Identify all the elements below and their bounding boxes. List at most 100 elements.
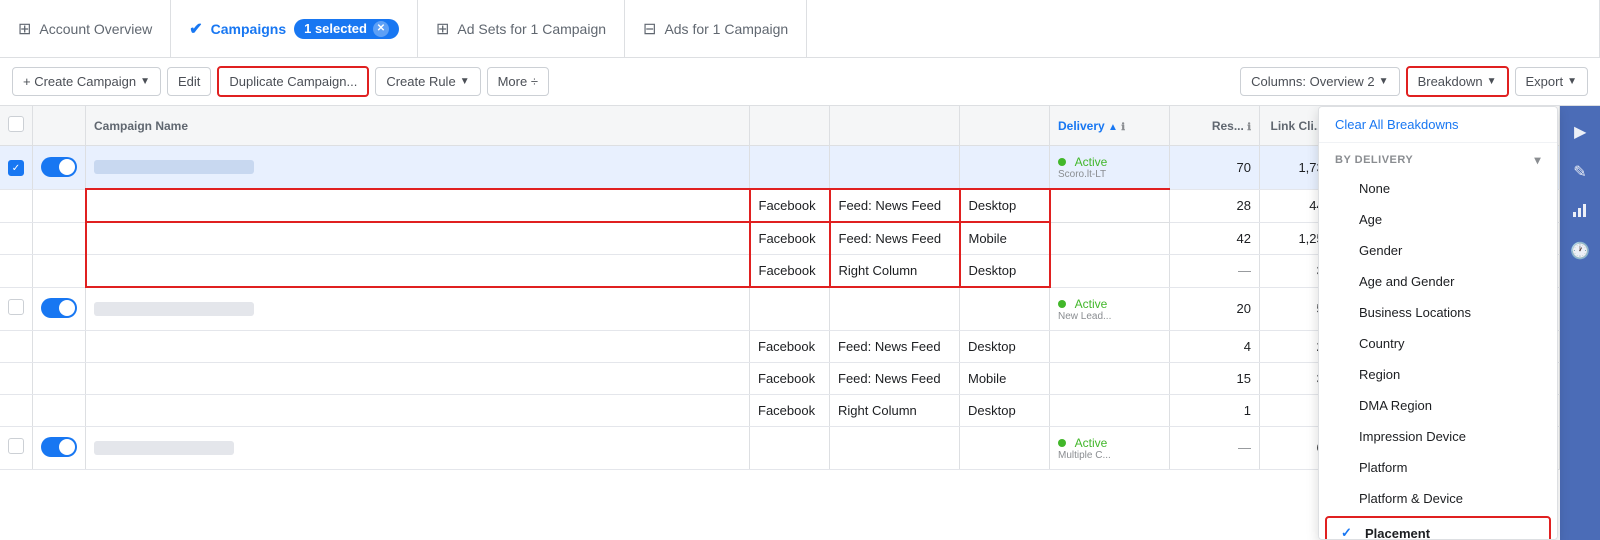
row-checkbox-2[interactable]	[8, 299, 24, 315]
dropdown-item-business[interactable]: Business Locations	[1319, 297, 1557, 328]
toggle-knob	[59, 159, 75, 175]
device-cell	[960, 146, 1050, 190]
campaigns-label: Campaigns	[211, 21, 286, 37]
col-header-check[interactable]	[0, 106, 33, 146]
region-label: Region	[1359, 367, 1400, 382]
row-checkbox-3[interactable]	[8, 438, 24, 454]
dropdown-item-age-gender[interactable]: Age and Gender	[1319, 266, 1557, 297]
create-campaign-caret: ▼	[140, 76, 150, 87]
col-header-device	[960, 106, 1050, 146]
tab-account-overview[interactable]: ⊞ Account Overview	[0, 0, 171, 57]
campaign-name-placeholder	[94, 160, 254, 174]
placement-cell	[830, 146, 960, 190]
col-header-res: Res... ℹ	[1170, 106, 1260, 146]
impression-label: Impression Device	[1359, 429, 1466, 444]
tab-ads[interactable]: ⊟ Ads for 1 Campaign	[625, 0, 807, 57]
sub-toggle	[33, 189, 86, 222]
dropdown-item-region[interactable]: Region	[1319, 359, 1557, 390]
age-label: Age	[1359, 212, 1382, 227]
selected-count: 1 selected	[304, 21, 367, 36]
account-overview-icon: ⊞	[18, 19, 31, 39]
edit-label: Edit	[178, 74, 200, 89]
sidebar-collapse-icon[interactable]: ◀	[1566, 114, 1594, 150]
more-label: More ÷	[498, 74, 538, 89]
toolbar: + Create Campaign ▼ Edit Duplicate Campa…	[0, 58, 1600, 106]
col-header-name: Campaign Name	[86, 106, 750, 146]
res-info-icon[interactable]: ℹ	[1247, 122, 1251, 133]
sidebar-edit-icon[interactable]: ✎	[1565, 154, 1594, 190]
sub-delivery	[1050, 189, 1170, 222]
dropdown-item-platform-device[interactable]: Platform & Device	[1319, 483, 1557, 514]
duplicate-campaign-button[interactable]: Duplicate Campaign...	[217, 66, 369, 97]
age-gender-label: Age and Gender	[1359, 274, 1454, 289]
sub-device: Desktop	[960, 189, 1050, 222]
dma-label: DMA Region	[1359, 398, 1432, 413]
placement-label: Placement	[1365, 526, 1430, 540]
platform-label: Platform	[1359, 460, 1407, 475]
platform-device-label: Platform & Device	[1359, 491, 1463, 506]
dropdown-item-age[interactable]: Age	[1319, 204, 1557, 235]
more-button[interactable]: More ÷	[487, 67, 549, 96]
create-rule-button[interactable]: Create Rule ▼	[375, 67, 480, 96]
right-sidebar: ◀ ✎ 🕐	[1560, 106, 1600, 540]
campaign-name-cell	[86, 146, 750, 190]
breakdown-dropdown: Clear All Breakdowns BY DELIVERY ▾ None …	[1318, 106, 1558, 540]
account-overview-label: Account Overview	[39, 21, 152, 37]
platform-cell	[750, 146, 830, 190]
select-all-checkbox[interactable]	[8, 116, 24, 132]
sort-arrow: ▲	[1108, 122, 1118, 133]
sub-placement: Feed: News Feed	[830, 189, 960, 222]
delivery-info-icon[interactable]: ℹ	[1121, 122, 1125, 133]
campaigns-check-icon: ✔	[189, 19, 202, 39]
columns-button[interactable]: Columns: Overview 2 ▼	[1240, 67, 1399, 96]
dropdown-item-none[interactable]: None	[1319, 173, 1557, 204]
breakdown-button[interactable]: Breakdown ▼	[1406, 66, 1509, 97]
edit-button[interactable]: Edit	[167, 67, 211, 96]
business-label: Business Locations	[1359, 305, 1471, 320]
breakdown-caret: ▼	[1487, 76, 1497, 87]
sub-res: 28	[1170, 189, 1260, 222]
res-cell: 70	[1170, 146, 1260, 190]
sidebar-clock-icon[interactable]: 🕐	[1562, 233, 1598, 269]
country-label: Country	[1359, 336, 1405, 351]
col-header-platform	[750, 106, 830, 146]
row-checkbox[interactable]: ✓	[8, 160, 24, 176]
delivery-status: Active	[1075, 155, 1108, 169]
placement-checkmark-icon: ✓	[1341, 525, 1357, 540]
dropdown-item-impression[interactable]: Impression Device	[1319, 421, 1557, 452]
clear-all-label: Clear All Breakdowns	[1335, 117, 1459, 132]
col-header-placement	[830, 106, 960, 146]
campaign-toggle-2[interactable]	[41, 298, 77, 318]
row-check-cell[interactable]: ✓	[0, 146, 33, 190]
export-button[interactable]: Export ▼	[1515, 67, 1588, 96]
clear-all-breakdowns[interactable]: Clear All Breakdowns	[1319, 107, 1557, 143]
col-header-delivery[interactable]: Delivery ▲ ℹ	[1050, 106, 1170, 146]
ads-icon: ⊟	[643, 19, 656, 39]
row-toggle-cell[interactable]	[33, 146, 86, 190]
col-header-toggle	[33, 106, 86, 146]
selected-badge[interactable]: 1 selected ✕	[294, 19, 399, 39]
clear-selection-button[interactable]: ✕	[373, 21, 389, 37]
campaign-toggle[interactable]	[41, 157, 77, 177]
campaign-toggle-3[interactable]	[41, 437, 77, 457]
tab-ad-sets[interactable]: ⊞ Ad Sets for 1 Campaign	[418, 0, 625, 57]
export-caret: ▼	[1567, 76, 1577, 87]
delivery-dot	[1058, 158, 1066, 166]
sidebar-chart-icon[interactable]	[1564, 194, 1596, 229]
sub-name	[86, 189, 750, 222]
create-campaign-button[interactable]: + Create Campaign ▼	[12, 67, 161, 96]
dropdown-item-dma[interactable]: DMA Region	[1319, 390, 1557, 421]
by-delivery-section: BY DELIVERY ▾	[1319, 143, 1557, 173]
dropdown-item-platform[interactable]: Platform	[1319, 452, 1557, 483]
duplicate-label: Duplicate Campaign...	[229, 74, 357, 89]
dropdown-item-placement[interactable]: ✓ Placement	[1325, 516, 1551, 540]
dropdown-item-gender[interactable]: Gender	[1319, 235, 1557, 266]
ad-sets-label: Ad Sets for 1 Campaign	[457, 21, 606, 37]
export-label: Export	[1526, 74, 1564, 89]
gender-label: Gender	[1359, 243, 1402, 258]
none-label: None	[1359, 181, 1390, 196]
dropdown-item-country[interactable]: Country	[1319, 328, 1557, 359]
chevron-down-icon: ▾	[1534, 153, 1541, 167]
delivery-cell: Active Scoro.lt-LT	[1050, 146, 1170, 190]
tab-campaigns[interactable]: ✔ Campaigns 1 selected ✕	[171, 0, 418, 57]
